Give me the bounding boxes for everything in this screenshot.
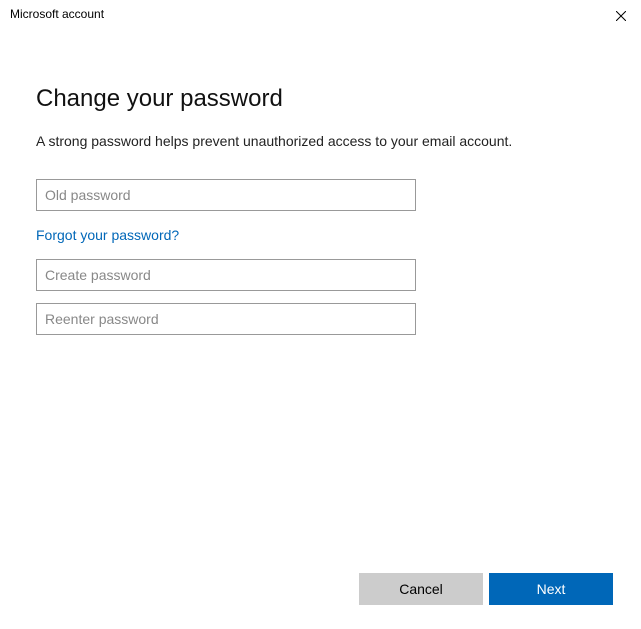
next-button[interactable]: Next: [489, 573, 613, 605]
window-title: Microsoft account: [10, 6, 104, 21]
page-subtext: A strong password helps prevent unauthor…: [36, 133, 605, 149]
cancel-button[interactable]: Cancel: [359, 573, 483, 605]
titlebar: Microsoft account: [0, 0, 641, 30]
footer-buttons: Cancel Next: [359, 573, 613, 605]
old-password-input[interactable]: [36, 179, 416, 211]
forgot-password-link[interactable]: Forgot your password?: [36, 227, 179, 243]
page-heading: Change your password: [36, 85, 605, 113]
close-icon: [616, 11, 626, 21]
create-password-input[interactable]: [36, 259, 416, 291]
reenter-password-input[interactable]: [36, 303, 416, 335]
main-content: Change your password A strong password h…: [0, 30, 641, 335]
close-button[interactable]: [611, 6, 631, 26]
